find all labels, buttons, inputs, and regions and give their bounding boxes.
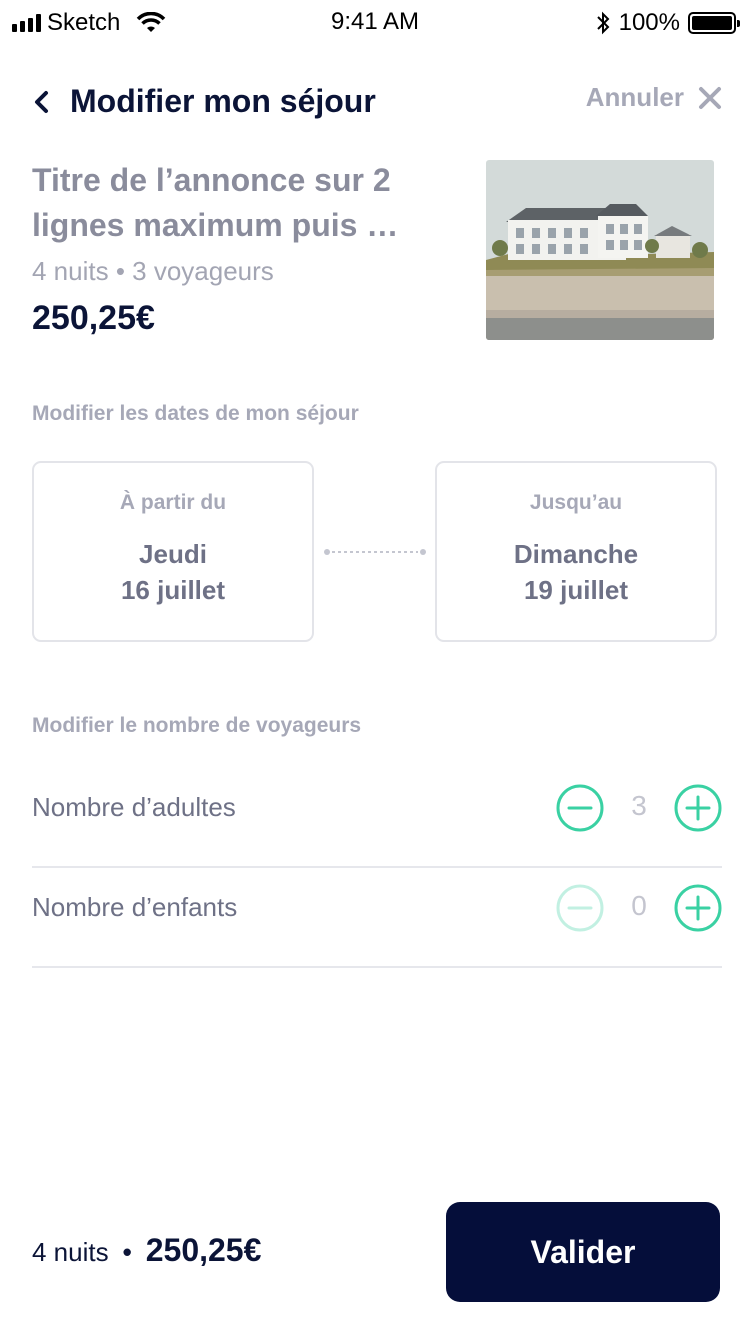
validate-button[interactable]: Valider [446, 1202, 720, 1302]
chevron-left-icon [35, 91, 48, 113]
bluetooth-icon [596, 11, 610, 35]
footer-price: 250,25€ [145, 1232, 262, 1268]
children-count: 0 [631, 890, 647, 921]
children-plus-button[interactable] [674, 884, 722, 932]
start-date-card[interactable]: À partir du Jeudi 16 juillet [32, 461, 314, 642]
beach-house-image [486, 160, 714, 340]
date-range-connector [324, 549, 426, 555]
cancel-label: Annuler [585, 82, 684, 112]
battery-fill [692, 16, 732, 30]
adults-plus-button[interactable] [674, 784, 722, 832]
header: Modifier mon séjour Annuler [32, 78, 722, 128]
close-icon [699, 86, 721, 109]
cancel-button[interactable]: Annuler [586, 82, 722, 113]
back-button[interactable] [32, 86, 56, 118]
battery-icon [688, 12, 740, 34]
children-stepper: 0 [556, 884, 722, 932]
status-bar: Sketch 9:41 AM 100% [0, 0, 750, 44]
footer-separator: • [122, 1237, 132, 1267]
end-date-day: Dimanche [513, 539, 639, 569]
listing-meta: 4 nuits • 3 voyageurs [32, 256, 274, 286]
end-date-card[interactable]: Jusqu’au Dimanche 19 juillet [435, 461, 717, 642]
start-date-caption: À partir du [119, 491, 227, 514]
children-row: Nombre d’enfants 0 [32, 868, 722, 968]
listing-title: Titre de l’annonce sur 2 lignes maximum … [32, 162, 399, 243]
start-date-value: 16 juillet [120, 575, 226, 605]
battery-percent: 100% [618, 9, 680, 36]
children-minus-button[interactable] [556, 884, 604, 932]
adults-row: Nombre d’adultes 3 [32, 768, 722, 868]
children-label: Nombre d’enfants [32, 892, 238, 922]
adults-minus-button[interactable] [556, 784, 604, 832]
status-right: 100% [595, 8, 740, 38]
page-title: Modifier mon séjour [70, 83, 376, 119]
footer-summary: 4 nuits • 250,25€ [32, 1232, 261, 1272]
start-date-day: Jeudi [139, 539, 207, 569]
end-date-value: 19 juillet [523, 575, 629, 605]
adults-stepper: 3 [556, 784, 722, 832]
adults-count: 3 [631, 790, 647, 821]
travelers-section-label: Modifier le nombre de voyageurs [32, 714, 362, 737]
listing-photo [486, 160, 714, 340]
end-date-caption: Jusqu’au [529, 491, 623, 514]
adults-label: Nombre d’adultes [32, 792, 236, 822]
listing-price: 250,25€ [32, 299, 155, 337]
footer-nights: 4 nuits [32, 1237, 109, 1267]
dates-section-label: Modifier les dates de mon séjour [32, 402, 359, 425]
